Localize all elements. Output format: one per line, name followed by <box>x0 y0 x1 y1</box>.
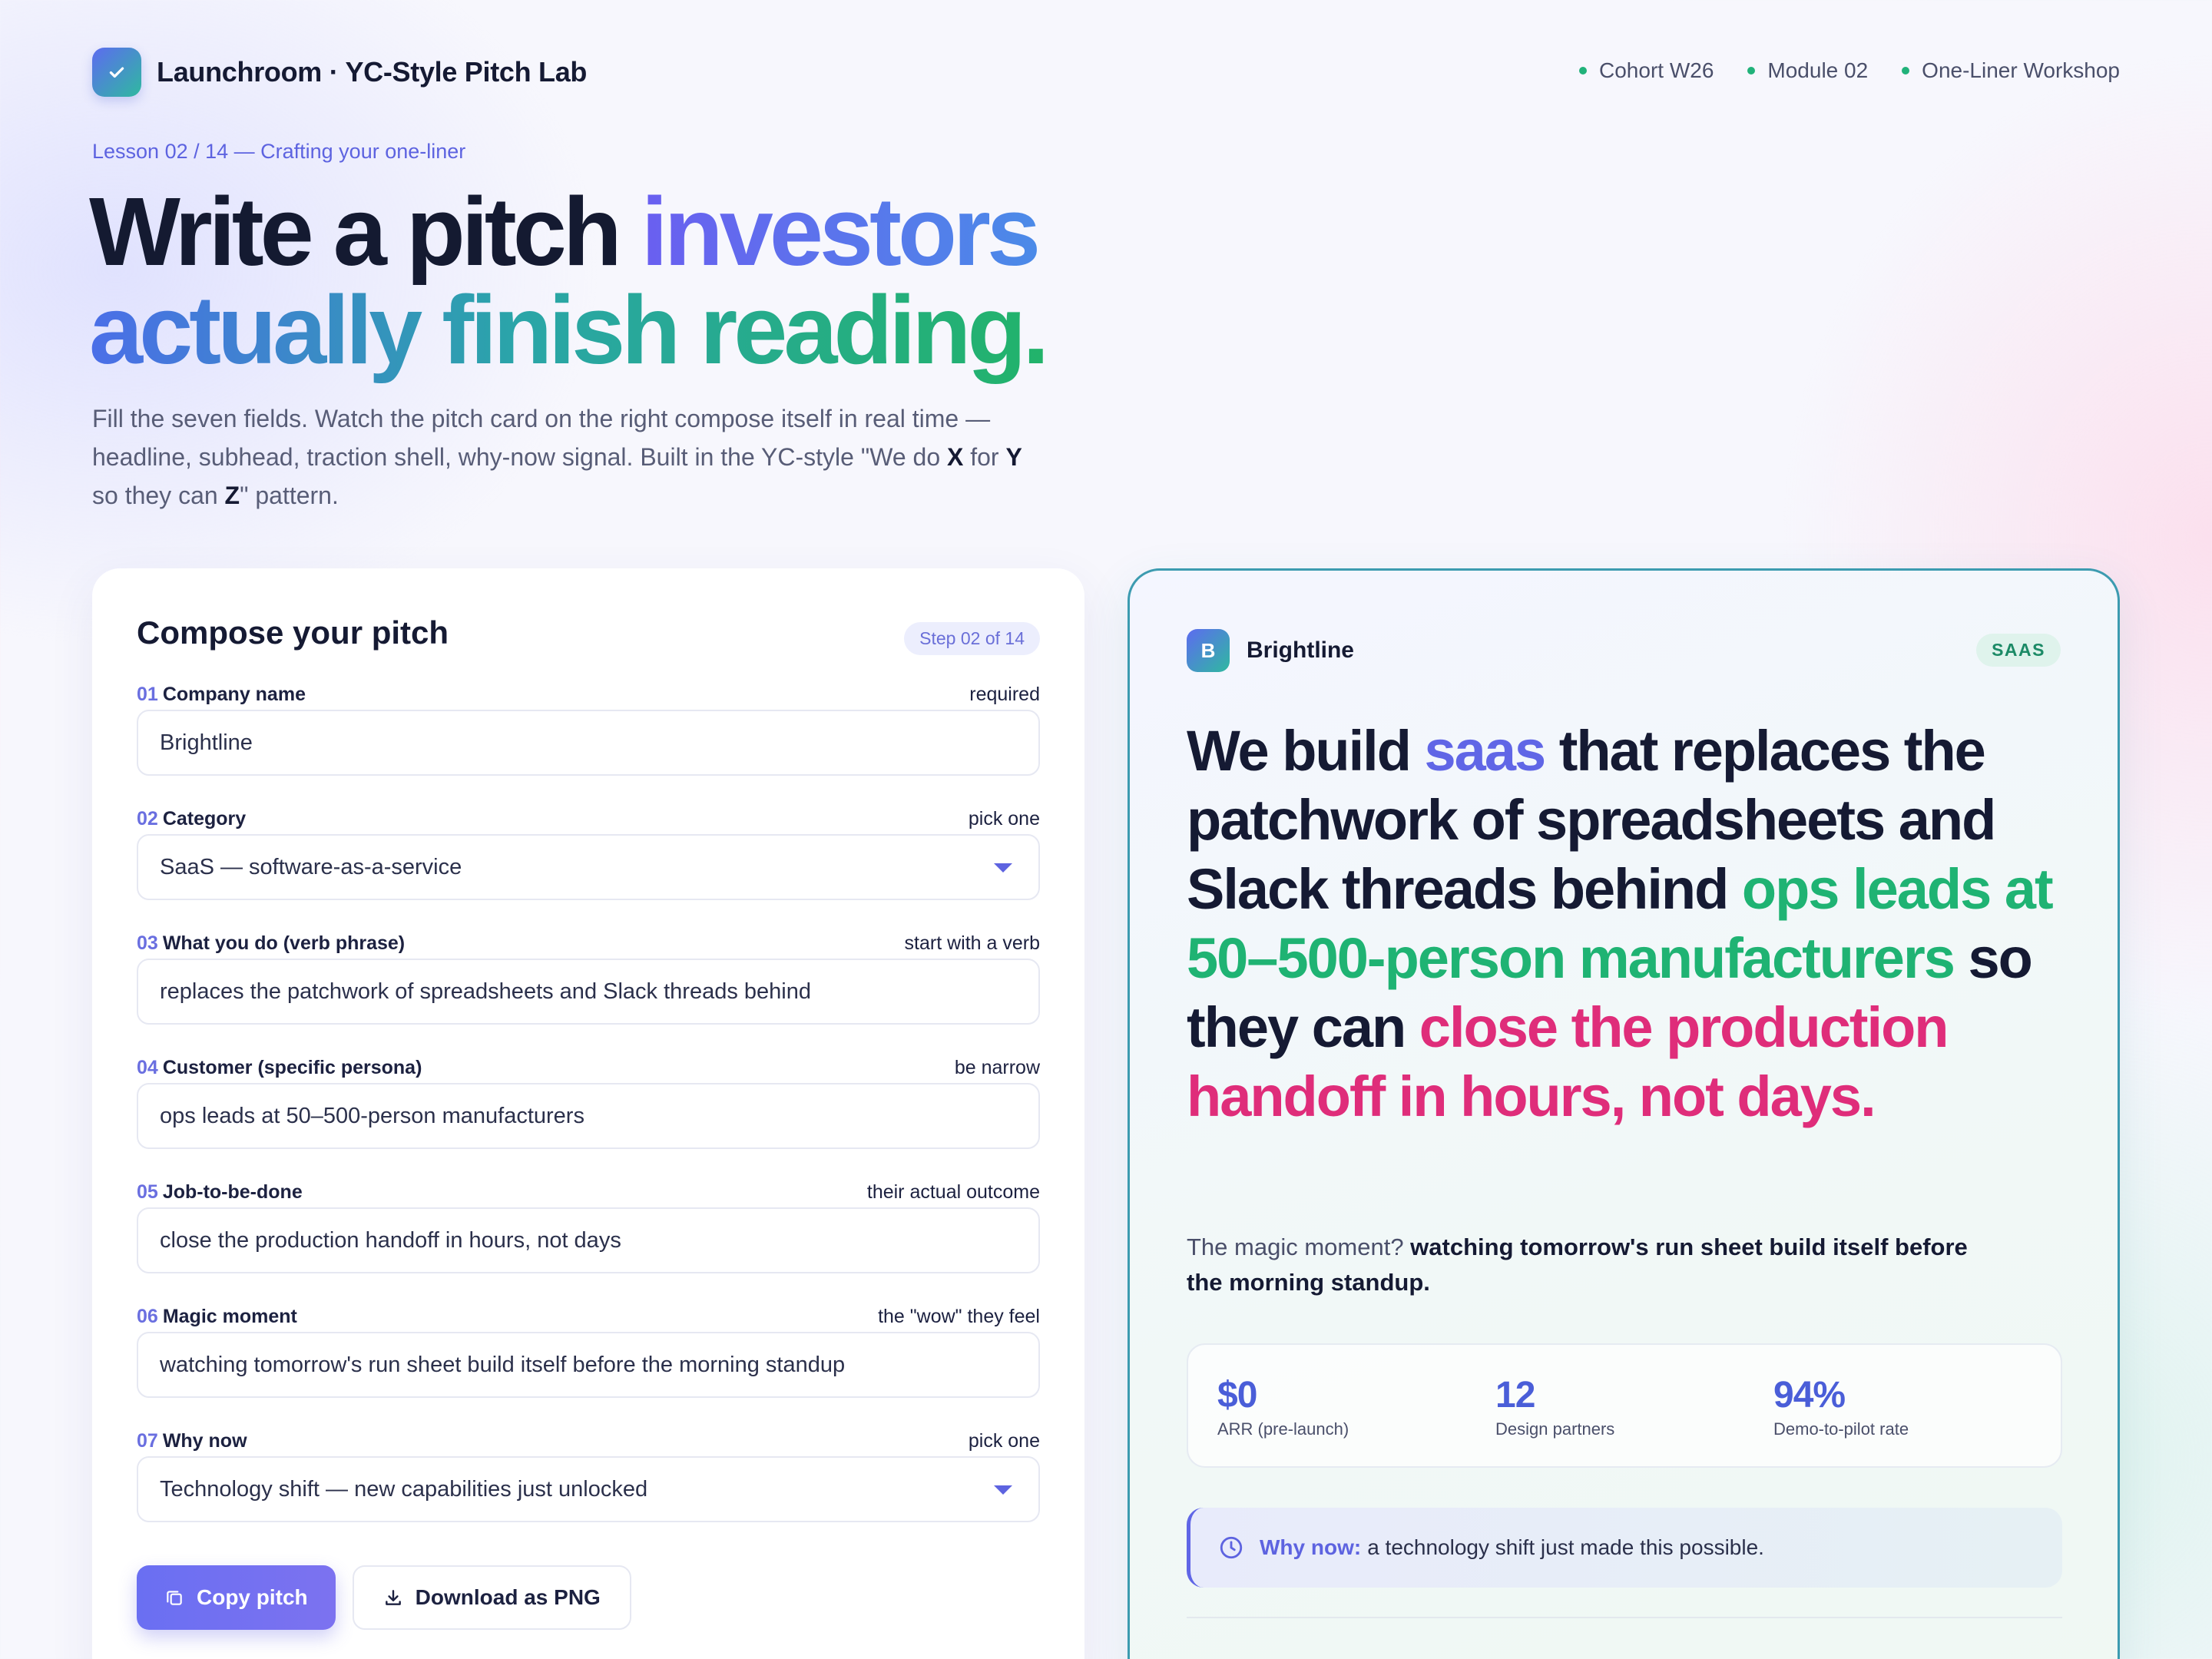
magic-moment-input[interactable]: watching tomorrow's run sheet build itse… <box>137 1332 1040 1398</box>
status-dot <box>1579 67 1587 75</box>
step-badge: Step 02 of 14 <box>904 622 1040 655</box>
traction-stats: $0 ARR (pre-launch) 12 Design partners 9… <box>1187 1343 2062 1468</box>
field-job-to-be-done: 05 Job-to-be-done their actual outcome clo… <box>137 1181 1040 1273</box>
company-name-input[interactable]: Brightline <box>137 710 1040 776</box>
copy-icon <box>164 1588 184 1608</box>
preview-brand: B Brightline <box>1187 629 1354 672</box>
stat-demo-to-pilot: 94% Demo-to-pilot rate <box>1773 1375 1909 1439</box>
compose-title: Compose your pitch <box>137 614 449 651</box>
check-icon <box>92 48 141 97</box>
download-png-button[interactable]: Download as PNG <box>352 1565 631 1630</box>
context-pills: Cohort W26 Module 02 One-Liner Workshop <box>1579 58 2120 83</box>
pill-workshop: One-Liner Workshop <box>1902 58 2120 83</box>
chevron-down-icon <box>994 863 1012 873</box>
form-actions: Copy pitch Download as PNG <box>137 1565 631 1630</box>
pitch-preview-card: B Brightline SAAS We build saas that rep… <box>1128 568 2120 1659</box>
top-bar: Launchroom · YC-Style Pitch Lab Cohort W… <box>92 48 2120 101</box>
clock-icon <box>1218 1535 1244 1561</box>
field-magic-moment: 06 Magic moment the "wow" they feel watchi… <box>137 1306 1040 1398</box>
field-what-you-do: 03 What you do (verb phrase) start with a … <box>137 932 1040 1025</box>
category-tag: SAAS <box>1976 634 2061 667</box>
why-now-callout: Why now: a technology shift just made th… <box>1187 1508 2062 1588</box>
field-company-name: 01 Company name required Brightline <box>137 684 1040 776</box>
job-to-be-done-input[interactable]: close the production handoff in hours, n… <box>137 1207 1040 1273</box>
divider <box>1187 1617 2062 1618</box>
brand[interactable]: Launchroom · YC-Style Pitch Lab <box>92 48 587 97</box>
pill-module: Module 02 <box>1747 58 1868 83</box>
magic-moment-line: The magic moment? watching tomorrow's ru… <box>1187 1233 1968 1296</box>
field-customer: 04 Customer (specific persona) be narrow o… <box>137 1057 1040 1149</box>
pitch-headline: We build saas that replaces the patchwor… <box>1187 719 2054 1128</box>
field-category: 02 Category pick one SaaS — software-as-a-… <box>137 808 1040 900</box>
pill-cohort: Cohort W26 <box>1579 58 1714 83</box>
company-logo: B <box>1187 629 1230 672</box>
download-icon <box>383 1588 403 1608</box>
page-title: Write a pitch investors actually finish r… <box>89 177 1049 384</box>
copy-pitch-button[interactable]: Copy pitch <box>137 1565 336 1630</box>
status-dot <box>1902 67 1910 75</box>
status-dot <box>1747 67 1756 75</box>
app-title: Launchroom · YC-Style Pitch Lab <box>157 56 588 88</box>
category-select[interactable]: SaaS — software-as-a-service <box>137 834 1040 900</box>
stat-arr: $0 ARR (pre-launch) <box>1217 1375 1349 1439</box>
what-you-do-input[interactable]: replaces the patchwork of spreadsheets a… <box>137 959 1040 1025</box>
stat-design-partners: 12 Design partners <box>1495 1375 1615 1439</box>
preview-company-name: Brightline <box>1247 637 1354 663</box>
customer-input[interactable]: ops leads at 50–500-person manufacturers <box>137 1083 1040 1149</box>
lesson-eyebrow: Lesson 02 / 14 — Crafting your one-liner <box>92 140 466 163</box>
page-subtitle: Fill the seven fields. Watch the pitch c… <box>92 405 1022 509</box>
compose-card: Compose your pitch Step 02 of 14 01 Compa… <box>92 568 1084 1659</box>
chevron-down-icon <box>994 1485 1012 1495</box>
field-why-now: 07 Why now pick one Technology shift — new… <box>137 1430 1040 1522</box>
why-now-select[interactable]: Technology shift — new capabilities just… <box>137 1456 1040 1522</box>
